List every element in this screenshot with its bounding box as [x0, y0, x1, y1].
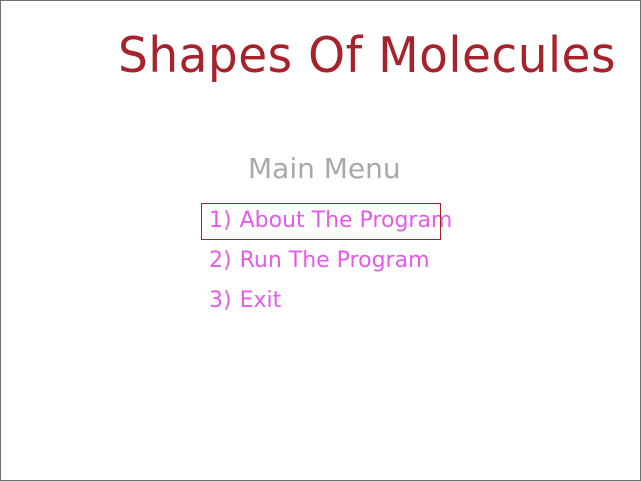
- main-menu: 1) About The Program 2) Run The Program 3)…: [201, 203, 452, 323]
- menu-item-number: 2): [209, 248, 232, 273]
- menu-item-about[interactable]: 1) About The Program: [201, 203, 453, 240]
- menu-item-label: Exit: [239, 288, 282, 313]
- app-title: Shapes Of Molecules: [118, 27, 616, 85]
- main-menu-heading: Main Menu: [248, 152, 401, 185]
- menu-item-number: 1): [209, 208, 232, 233]
- program-screen: Shapes Of Molecules Main Menu 1) About Th…: [0, 0, 641, 481]
- menu-item-label: About The Program: [239, 208, 453, 233]
- menu-item-exit[interactable]: 3) Exit: [201, 283, 452, 319]
- menu-item-label: Run The Program: [239, 248, 430, 273]
- menu-item-number: 3): [209, 288, 232, 313]
- menu-item-run[interactable]: 2) Run The Program: [201, 243, 452, 279]
